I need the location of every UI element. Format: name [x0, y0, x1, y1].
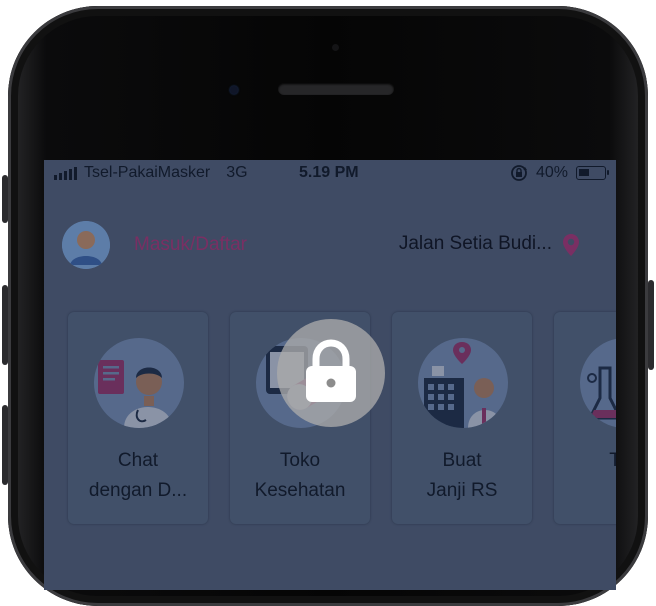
proximity-sensor: [332, 44, 339, 51]
menu-item-test[interactable]: Tes: [554, 312, 616, 524]
earpiece-speaker: [278, 83, 394, 95]
status-bar: Tsel-PakaiMasker 3G 5.19 PM 40%: [44, 160, 616, 186]
login-register-link[interactable]: Masuk/Daftar: [134, 234, 247, 256]
orientation-lock-icon: [511, 165, 527, 181]
front-camera: [230, 86, 238, 94]
chat-doctor-icon: [94, 338, 184, 428]
status-time: 5.19 PM: [299, 164, 359, 181]
mute-switch: [2, 175, 8, 223]
battery-percent: 40%: [535, 164, 568, 181]
lock-overlay: [277, 319, 385, 427]
battery-icon: [576, 166, 609, 180]
menu-item-label: Toko Kesehatan: [254, 450, 346, 501]
menu-item-label: Buat Janji RS: [426, 450, 498, 501]
lock-icon: [306, 339, 356, 402]
app-header: Masuk/Daftar Jalan Setia Budi...: [44, 216, 616, 276]
status-left: Tsel-PakaiMasker 3G: [54, 164, 248, 182]
signal-icon: [54, 166, 77, 180]
battery-fill: [579, 169, 589, 176]
location-text[interactable]: Jalan Setia Budi...: [399, 233, 552, 255]
volume-down-button: [2, 405, 8, 485]
menu-item-hospital-appointment[interactable]: Buat Janji RS: [392, 312, 532, 524]
user-avatar-icon: [62, 221, 110, 269]
carrier-name: Tsel-PakaiMasker: [84, 164, 211, 181]
screen: Tsel-PakaiMasker 3G 5.19 PM 40% Masuk/Da…: [44, 160, 616, 590]
menu-item-chat-doctor[interactable]: Chat dengan D...: [68, 312, 208, 524]
menu-item-label: Chat dengan D...: [88, 450, 188, 501]
status-right: 40%: [510, 164, 609, 182]
volume-up-button: [2, 285, 8, 365]
network-type: 3G: [226, 164, 248, 181]
power-button: [648, 280, 654, 370]
lab-test-icon: [580, 338, 616, 428]
menu-item-label: Tes: [609, 450, 616, 471]
map-pin-icon[interactable]: [562, 233, 580, 257]
avatar[interactable]: [62, 221, 110, 269]
hospital-appointment-icon: [418, 338, 508, 428]
